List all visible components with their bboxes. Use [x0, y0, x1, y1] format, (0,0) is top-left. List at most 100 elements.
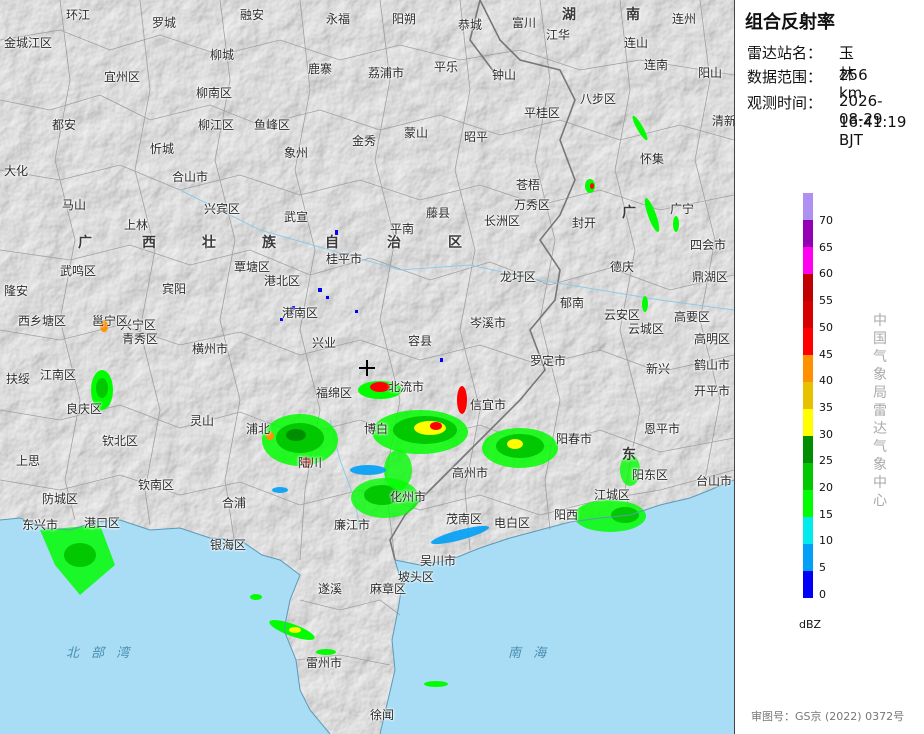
province-label: 族 — [262, 235, 278, 251]
place-label: 金城江区 — [4, 36, 53, 50]
place-label: 广宁 — [670, 202, 695, 216]
place-label: 横州市 — [192, 342, 229, 356]
legend-unit: dBZ — [799, 618, 822, 631]
place-label: 藤县 — [426, 206, 451, 220]
legend-tick: 15 — [819, 507, 833, 521]
place-label: 蒙山 — [404, 126, 429, 140]
legend-color-swatch — [803, 355, 813, 382]
place-label: 扶绥 — [6, 372, 31, 386]
legend-color-swatch — [803, 490, 813, 517]
place-label: 隆安 — [4, 284, 29, 298]
place-label: 环江 — [66, 8, 91, 22]
place-label: 合浦 — [222, 496, 247, 510]
place-label: 罗城 — [152, 16, 177, 30]
place-label: 阳春市 — [556, 432, 593, 446]
place-label: 港南区 — [282, 306, 319, 320]
place-label: 岑溪市 — [470, 316, 507, 330]
place-label: 银海区 — [210, 538, 247, 552]
map-approval-number: 审图号：GS京 (2022) 0372号 — [751, 710, 905, 723]
place-label: 兴业 — [312, 336, 337, 350]
place-label: 高州市 — [452, 466, 489, 480]
place-label: 茂南区 — [446, 512, 483, 526]
sea-label-beibu: 北 部 湾 — [66, 646, 134, 661]
place-label: 平南 — [390, 222, 415, 236]
place-label: 高要区 — [674, 310, 711, 324]
legend-tick: 10 — [819, 534, 833, 548]
place-label: 北流市 — [388, 380, 425, 394]
place-label: 新兴 — [646, 362, 671, 376]
place-label: 上思 — [16, 454, 41, 468]
place-label: 马山 — [62, 198, 87, 212]
place-label: 兴宾区 — [204, 202, 241, 216]
place-label: 化州市 — [390, 490, 427, 504]
place-label: 邕宁区 — [92, 314, 129, 328]
place-label: 龙圩区 — [500, 270, 537, 284]
place-label: 东兴市 — [22, 518, 59, 532]
place-label: 柳城 — [210, 48, 235, 62]
legend-color-swatch — [803, 247, 813, 274]
legend-color-swatch — [803, 193, 813, 220]
place-label: 柳江区 — [198, 118, 235, 132]
place-label: 防城区 — [42, 492, 79, 506]
place-label: 连山 — [624, 36, 649, 50]
place-label: 金秀 — [352, 134, 377, 148]
legend-tick: 0 — [819, 587, 826, 601]
place-label: 合山市 — [172, 170, 209, 184]
place-label: 柳南区 — [196, 86, 233, 100]
place-label: 怀集 — [640, 152, 665, 166]
place-label: 连州 — [672, 12, 697, 26]
place-label: 昭平 — [464, 130, 489, 144]
place-label: 廉江市 — [334, 518, 371, 532]
place-label: 西乡塘区 — [18, 314, 67, 328]
station-row: 雷达站名： 玉林 — [747, 42, 854, 83]
place-label: 陆川 — [298, 456, 323, 470]
place-label: 融安 — [240, 8, 265, 22]
place-label: 博白 — [364, 422, 389, 436]
place-label: 鹿寨 — [308, 62, 333, 76]
place-label: 德庆 — [610, 260, 635, 274]
radar-map[interactable]: 广 西 壮 族 自 治 区 湖 南 广 东 北 部 湾 南 海 环江 罗城 融安… — [0, 0, 734, 734]
place-label: 容县 — [408, 334, 433, 348]
legend-tick: 30 — [819, 427, 833, 441]
sea-label-south-china: 南 海 — [508, 646, 551, 661]
legend-tick: 65 — [819, 240, 833, 254]
place-label: 四会市 — [690, 238, 727, 252]
place-label: 阳朔 — [392, 12, 417, 26]
legend-tick: 45 — [819, 347, 833, 361]
place-label: 象州 — [284, 146, 309, 160]
place-label: 灵山 — [190, 414, 215, 428]
product-title: 组合反射率 — [745, 12, 835, 33]
dbz-color-legend — [803, 193, 813, 599]
place-label: 永福 — [326, 12, 351, 26]
place-label: 港口区 — [84, 516, 121, 530]
legend-tick: 25 — [819, 454, 833, 468]
place-label: 江华 — [546, 28, 571, 42]
legend-color-swatch — [803, 382, 813, 409]
legend-tick: 40 — [819, 374, 833, 388]
place-label: 遂溪 — [318, 582, 343, 596]
place-label: 钟山 — [492, 68, 517, 82]
place-label: 都安 — [52, 118, 77, 132]
place-label: 大化 — [4, 164, 29, 178]
place-label: 长洲区 — [484, 214, 521, 228]
legend-tick: 20 — [819, 481, 833, 494]
place-label: 富川 — [512, 16, 537, 30]
legend-color-swatch — [803, 463, 813, 490]
place-label: 万秀区 — [514, 198, 551, 212]
place-label: 荔浦市 — [368, 66, 405, 80]
place-label: 上林 — [124, 218, 149, 232]
province-label: 广 — [622, 205, 638, 221]
place-label: 宜州区 — [104, 70, 141, 84]
province-label: 广 — [78, 235, 94, 251]
province-label: 壮 — [202, 235, 218, 251]
place-label: 郁南 — [560, 296, 585, 310]
place-label: 徐闻 — [370, 708, 395, 722]
legend-tick: 5 — [819, 561, 826, 575]
place-label: 江城区 — [594, 488, 631, 502]
place-label: 坡头区 — [398, 570, 435, 584]
legend-color-swatch — [803, 328, 813, 355]
place-label: 良庆区 — [66, 402, 103, 416]
place-label: 武宣 — [284, 210, 309, 224]
place-label: 信宜市 — [470, 398, 507, 412]
place-label: 清新 — [712, 114, 734, 128]
